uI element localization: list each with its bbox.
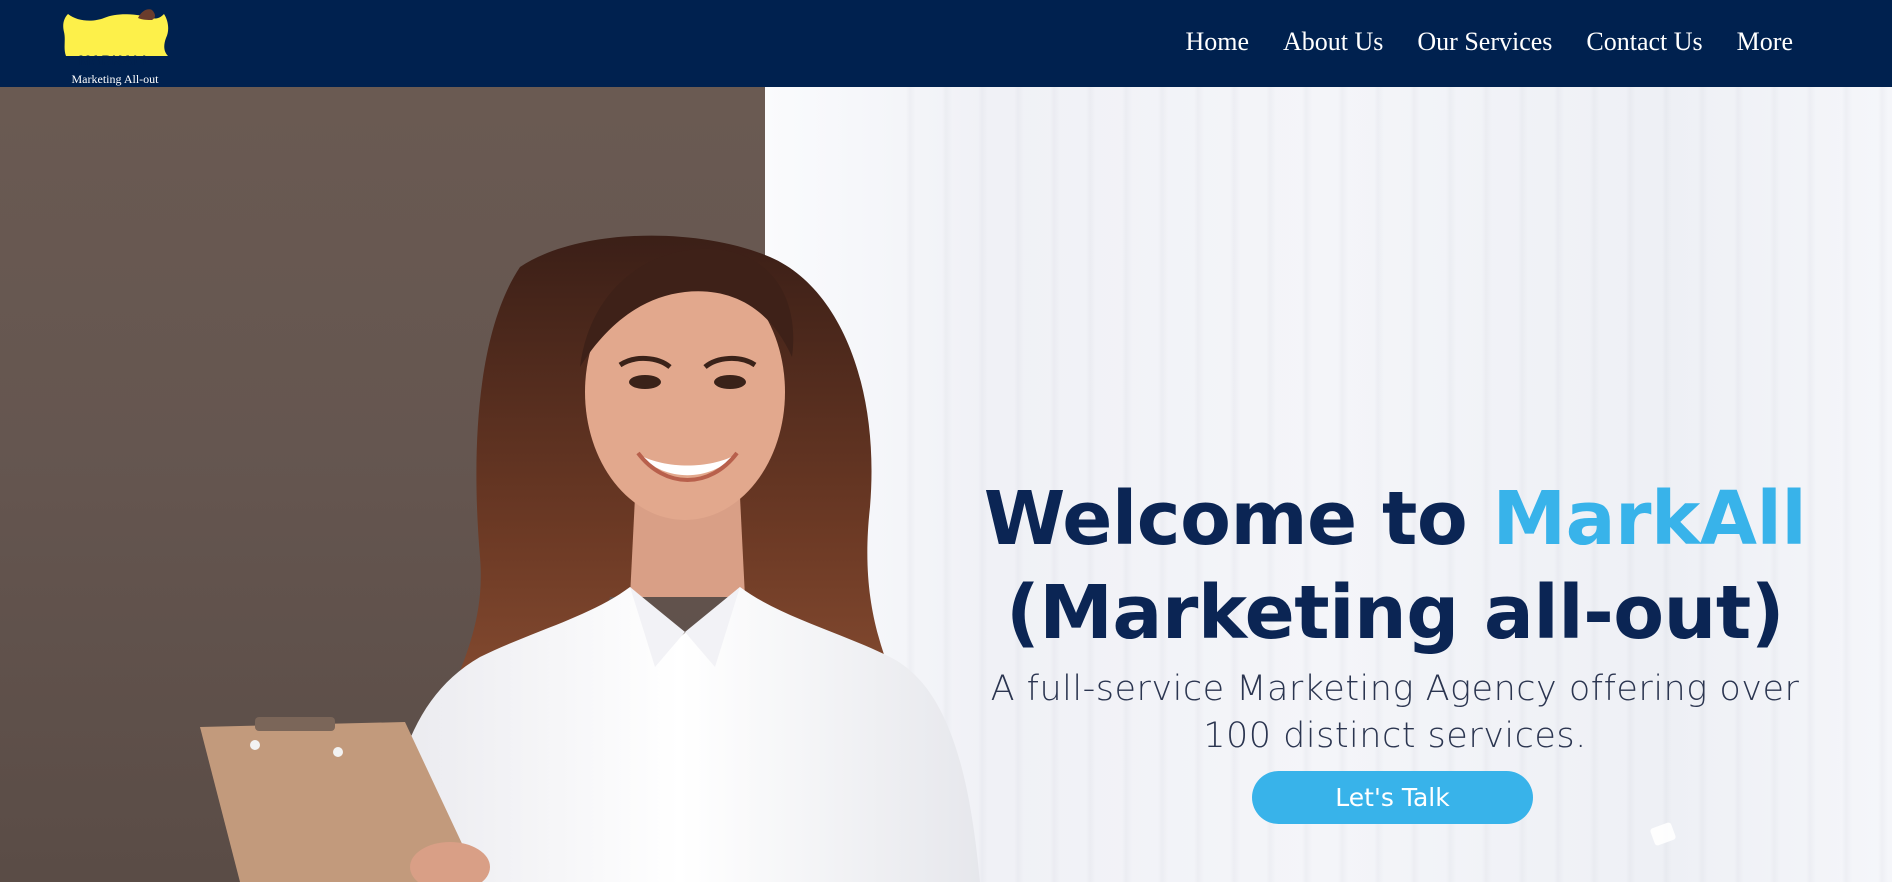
page: MARKALL Marketing All-out Home About Us …	[0, 0, 1892, 882]
nav-item-contact-us[interactable]: Contact Us	[1569, 24, 1719, 60]
nav-item-our-services[interactable]: Our Services	[1400, 24, 1569, 60]
nav-item-more[interactable]: More	[1720, 24, 1810, 60]
nav-item-home[interactable]: Home	[1168, 24, 1266, 60]
nav-item-about-us[interactable]: About Us	[1266, 24, 1400, 60]
hero-text-block: Welcome to MarkAll (Marketing all-out) A…	[960, 472, 1830, 760]
hero-section: Welcome to MarkAll (Marketing all-out) A…	[0, 87, 1892, 882]
hero-title-accent: MarkAll	[1492, 476, 1807, 562]
hero-subtitle: A full-service Marketing Agency offering…	[990, 669, 1800, 756]
lets-talk-button[interactable]: Let's Talk	[1252, 771, 1533, 824]
hero-title-line2: (Marketing all-out)	[1005, 570, 1785, 656]
logo-tagline: Marketing All-out	[71, 72, 159, 86]
logo-name: MARKALL	[78, 52, 152, 68]
hero-title: Welcome to MarkAll (Marketing all-out)	[960, 472, 1830, 660]
hero-title-prefix: Welcome to	[983, 476, 1493, 562]
site-logo[interactable]: MARKALL Marketing All-out	[60, 8, 170, 86]
site-header: MARKALL Marketing All-out Home About Us …	[0, 0, 1892, 87]
hero-person-image	[200, 235, 980, 882]
main-nav: Home About Us Our Services Contact Us Mo…	[1168, 24, 1810, 60]
